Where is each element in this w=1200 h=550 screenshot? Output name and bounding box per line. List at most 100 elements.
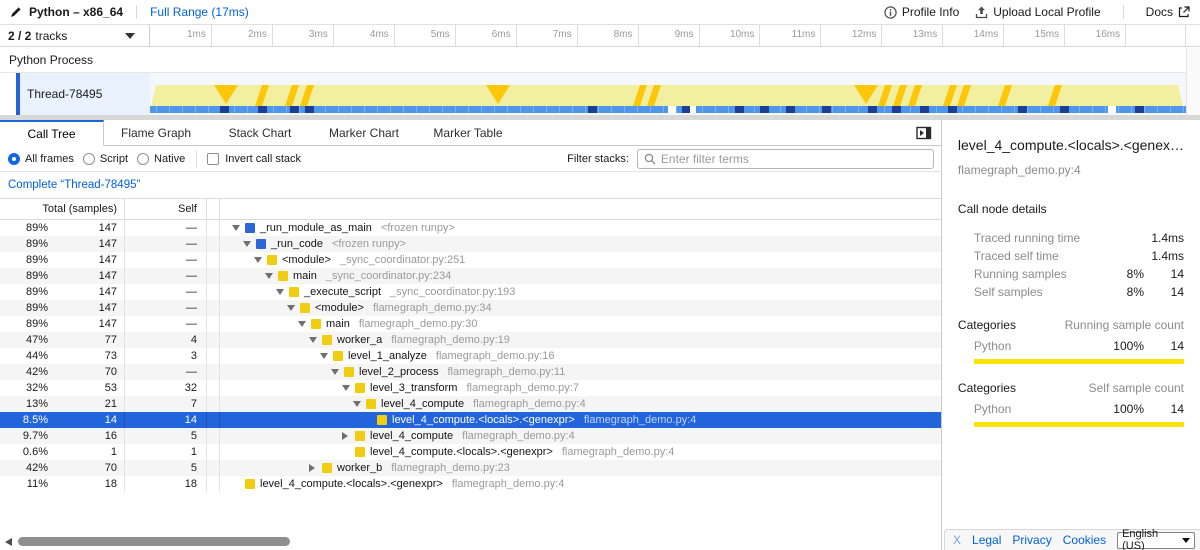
table-row[interactable]: 13%217level_4_computeflamegraph_demo.py:… bbox=[0, 396, 941, 412]
collapse-arrow-icon[interactable] bbox=[331, 369, 344, 375]
footer-link-cookies[interactable]: Cookies bbox=[1063, 533, 1106, 547]
call-node-cell[interactable]: level_4_computeflamegraph_demo.py:4 bbox=[220, 398, 586, 410]
call-node-cell[interactable]: <module>_sync_coordinator.py:251 bbox=[220, 254, 465, 266]
invert-call-stack-checkbox[interactable] bbox=[207, 153, 219, 165]
total-column-header[interactable]: Total (samples) bbox=[0, 199, 125, 219]
table-row[interactable]: 42%705worker_bflamegraph_demo.py:23 bbox=[0, 460, 941, 476]
profile-meta: Python – x86_64 Full Range (17ms) bbox=[10, 5, 249, 19]
table-row[interactable]: 89%147—_execute_script_sync_coordinator.… bbox=[0, 284, 941, 300]
call-node-cell[interactable]: level_4_compute.<locals>.<genexpr>flameg… bbox=[220, 446, 674, 458]
collapse-arrow-icon[interactable] bbox=[232, 225, 245, 231]
radio-native[interactable]: Native bbox=[137, 153, 185, 165]
call-node-cell[interactable]: level_4_computeflamegraph_demo.py:4 bbox=[220, 430, 575, 442]
tracks-dropdown[interactable]: 2 / 2 tracks bbox=[0, 25, 150, 46]
collapse-arrow-icon[interactable] bbox=[342, 385, 355, 391]
collapse-arrow-icon[interactable] bbox=[320, 353, 333, 359]
footer-link-x[interactable]: X bbox=[953, 533, 961, 547]
table-row[interactable]: 89%147—<module>_sync_coordinator.py:251 bbox=[0, 252, 941, 268]
function-name: level_3_transform bbox=[370, 382, 457, 394]
collapse-arrow-icon[interactable] bbox=[276, 289, 289, 295]
table-row[interactable]: 89%147—mainflamegraph_demo.py:30 bbox=[0, 316, 941, 332]
footer-link-privacy[interactable]: Privacy bbox=[1012, 533, 1051, 547]
call-node-cell[interactable]: _run_code<frozen runpy> bbox=[220, 238, 406, 250]
table-row[interactable]: 32%5332level_3_transformflamegraph_demo.… bbox=[0, 380, 941, 396]
collapse-arrow-icon[interactable] bbox=[287, 305, 300, 311]
table-row[interactable]: 11%1818level_4_compute.<locals>.<genexpr… bbox=[0, 476, 941, 492]
thread-track-label[interactable]: Thread-78495 bbox=[20, 73, 150, 115]
table-row[interactable]: 44%733level_1_analyzeflamegraph_demo.py:… bbox=[0, 348, 941, 364]
full-range-button[interactable]: Full Range (17ms) bbox=[150, 5, 249, 19]
divider bbox=[136, 5, 137, 19]
tab-stack-chart[interactable]: Stack Chart bbox=[208, 120, 312, 146]
collapse-arrow-icon[interactable] bbox=[298, 321, 311, 327]
collapse-arrow-icon[interactable] bbox=[265, 273, 278, 279]
expand-arrow-icon[interactable] bbox=[342, 432, 355, 440]
language-select[interactable]: English (US) bbox=[1117, 532, 1195, 549]
call-node-cell[interactable]: main_sync_coordinator.py:234 bbox=[220, 270, 451, 282]
tab-flame-graph[interactable]: Flame Graph bbox=[104, 120, 208, 146]
collapse-arrow-icon[interactable] bbox=[309, 337, 322, 343]
table-row[interactable]: 47%774worker_aflamegraph_demo.py:19 bbox=[0, 332, 941, 348]
category-other-icon bbox=[245, 223, 255, 233]
total-samples-cell: 53 bbox=[48, 380, 125, 396]
table-row[interactable]: 89%147—_run_code<frozen runpy> bbox=[0, 236, 941, 252]
table-row[interactable]: 89%147—<module>flamegraph_demo.py:34 bbox=[0, 300, 941, 316]
call-node-cell[interactable]: level_4_compute.<locals>.<genexpr>flameg… bbox=[220, 478, 564, 490]
filter-input-box[interactable] bbox=[637, 149, 934, 169]
expand-arrow-icon[interactable] bbox=[309, 464, 322, 472]
edit-profile-name-icon[interactable] bbox=[10, 6, 22, 18]
total-samples-cell: 70 bbox=[48, 460, 125, 476]
call-node-cell[interactable]: level_2_processflamegraph_demo.py:11 bbox=[220, 366, 565, 378]
radio-all-frames-label: All frames bbox=[25, 153, 74, 165]
track-python-process[interactable]: Python Process bbox=[0, 47, 1200, 73]
footer-links: X Legal Privacy Cookies bbox=[953, 533, 1106, 547]
radio-script-icon[interactable] bbox=[83, 153, 95, 165]
call-node-cell[interactable]: worker_bflamegraph_demo.py:23 bbox=[220, 462, 510, 474]
radio-all-frames[interactable]: All frames bbox=[8, 153, 74, 165]
table-row[interactable]: 9.7%165level_4_computeflamegraph_demo.py… bbox=[0, 428, 941, 444]
thread-activity-graph[interactable] bbox=[150, 73, 1186, 115]
category-python-icon bbox=[377, 415, 387, 425]
tab-marker-chart[interactable]: Marker Chart bbox=[312, 120, 416, 146]
call-node-cell[interactable]: level_3_transformflamegraph_demo.py:7 bbox=[220, 382, 579, 394]
radio-all-frames-icon[interactable] bbox=[8, 153, 20, 165]
collapse-arrow-icon[interactable] bbox=[254, 257, 267, 263]
tab-marker-table[interactable]: Marker Table bbox=[416, 120, 520, 146]
call-node-cell[interactable]: mainflamegraph_demo.py:30 bbox=[220, 318, 477, 330]
filter-stacks-input[interactable] bbox=[661, 152, 927, 166]
sidebar-toggle-button[interactable] bbox=[916, 126, 932, 140]
spacer-cell bbox=[207, 380, 220, 396]
complete-thread-link[interactable]: Complete “Thread-78495” bbox=[8, 179, 140, 191]
table-row[interactable]: 8.5%1414level_4_compute.<locals>.<genexp… bbox=[0, 412, 941, 428]
scroll-left-arrow-icon[interactable] bbox=[5, 538, 12, 546]
invert-call-stack-label[interactable]: Invert call stack bbox=[225, 153, 301, 165]
scrollbar-thumb[interactable] bbox=[18, 537, 290, 546]
docs-link[interactable]: Docs bbox=[1146, 5, 1190, 19]
call-node-cell[interactable]: level_4_compute.<locals>.<genexpr>flameg… bbox=[220, 414, 696, 426]
call-node-cell[interactable]: _run_module_as_main<frozen runpy> bbox=[220, 222, 455, 234]
footer-link-legal[interactable]: Legal bbox=[972, 533, 1001, 547]
radio-script[interactable]: Script bbox=[83, 153, 128, 165]
self-column-header[interactable]: Self bbox=[125, 199, 207, 219]
call-tree-controls: All frames Script Native Invert call stack… bbox=[0, 146, 941, 172]
tab-call-tree[interactable]: Call Tree bbox=[0, 120, 104, 146]
call-node-cell[interactable]: _execute_script_sync_coordinator.py:193 bbox=[220, 286, 515, 298]
upload-button[interactable]: Upload Local Profile bbox=[975, 5, 1100, 19]
ruler-tick-line bbox=[211, 25, 212, 46]
table-row[interactable]: 0.6%11level_4_compute.<locals>.<genexpr>… bbox=[0, 444, 941, 460]
detail-value: 1.4ms bbox=[1144, 231, 1184, 245]
tracks-scrollbar-gutter[interactable] bbox=[1186, 48, 1200, 115]
call-node-cell[interactable]: worker_aflamegraph_demo.py:19 bbox=[220, 334, 510, 346]
track-thread[interactable]: Thread-78495 bbox=[0, 73, 1200, 115]
table-row[interactable]: 42%70—level_2_processflamegraph_demo.py:… bbox=[0, 364, 941, 380]
table-row[interactable]: 89%147—main_sync_coordinator.py:234 bbox=[0, 268, 941, 284]
collapse-arrow-icon[interactable] bbox=[243, 241, 256, 247]
ruler-tick-label: 16ms bbox=[1076, 29, 1120, 40]
profile-info-button[interactable]: Profile Info bbox=[884, 5, 959, 19]
time-ruler[interactable]: 1ms2ms3ms4ms5ms6ms7ms8ms9ms10ms11ms12ms1… bbox=[150, 25, 1186, 46]
call-node-cell[interactable]: <module>flamegraph_demo.py:34 bbox=[220, 302, 492, 314]
collapse-arrow-icon[interactable] bbox=[353, 401, 366, 407]
call-node-cell[interactable]: level_1_analyzeflamegraph_demo.py:16 bbox=[220, 350, 555, 362]
table-row[interactable]: 89%147—_run_module_as_main<frozen runpy> bbox=[0, 220, 941, 236]
radio-native-icon[interactable] bbox=[137, 153, 149, 165]
